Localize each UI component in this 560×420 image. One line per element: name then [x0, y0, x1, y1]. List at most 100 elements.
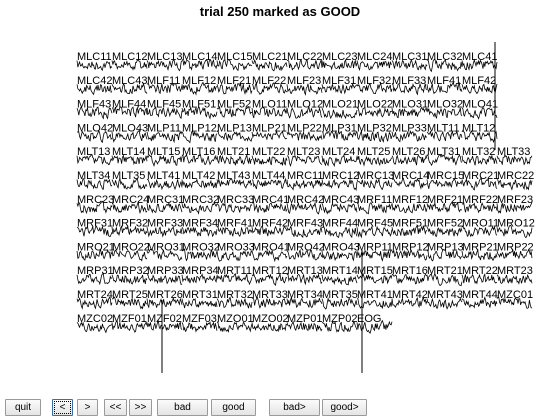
channel-label: MLP13 [217, 122, 252, 134]
channel-label: MRF12 [392, 194, 428, 206]
channel-label: MRO42 [287, 241, 325, 253]
channel-mlc24: MLC24 [356, 51, 392, 72]
channel-mlo41: MLO41 [461, 99, 498, 120]
channel-mro31: MRO31 [146, 241, 185, 262]
channel-label: MLF44 [112, 99, 146, 111]
channel-label: MRP12 [392, 241, 429, 253]
channel-label: MRT35 [322, 289, 358, 301]
channel-mrt12: MRT12 [251, 265, 288, 286]
channel-label: MLT43 [217, 170, 250, 182]
channel-label: MLT34 [77, 170, 110, 182]
next-button[interactable]: > [77, 399, 98, 416]
channel-mlt26: MLT26 [391, 146, 428, 166]
channel-mlf51: MLF51 [181, 99, 218, 120]
channel-mrf45: MRF45 [356, 218, 393, 239]
previous-button[interactable]: < [52, 399, 73, 416]
channel-mlp22: MLP22 [286, 122, 323, 142]
channel-mlc43: MLC43 [111, 75, 147, 95]
rewind-button[interactable]: << [104, 399, 127, 416]
channel-label: MLO31 [392, 99, 428, 111]
channel-label: MLT26 [392, 146, 425, 158]
channel-mzp02: MZP02 [321, 313, 357, 333]
channel-mrf11: MRF11 [356, 194, 393, 215]
channel-mlo11: MLO11 [251, 99, 288, 119]
channel-label: MRO33 [217, 241, 255, 253]
channel-mrt34: MRT34 [286, 289, 323, 309]
channel-mrp34: MRP34 [181, 265, 219, 284]
channel-label: MRP32 [112, 265, 149, 277]
channel-mrf23: MRF23 [496, 194, 533, 214]
channel-mro42: MRO42 [286, 241, 325, 261]
channel-mrc12: MRC12 [321, 170, 359, 192]
channel-label: MRC23 [77, 194, 114, 206]
channel-mrc14: MRC14 [391, 170, 429, 190]
channel-mrc24: MRC24 [111, 194, 149, 215]
quit-button[interactable]: quit [5, 399, 41, 416]
channel-label: MRP34 [182, 265, 219, 277]
channel-mlc31: MLC31 [391, 51, 427, 71]
channel-label: MRC22 [497, 170, 534, 182]
bad-button[interactable]: bad [157, 399, 208, 416]
channel-mrp31: MRP31 [76, 265, 114, 286]
channel-mlt14: MLT14 [111, 146, 148, 166]
channel-mrf43: MRF43 [286, 218, 323, 238]
channel-mlo43: MLO43 [111, 122, 148, 143]
good-next-button[interactable]: good> [322, 399, 367, 416]
channel-mrt25: MRT25 [111, 289, 148, 310]
channel-label: MRT43 [427, 289, 463, 301]
channel-label: MLT32 [462, 146, 495, 158]
channel-mlf22: MLF22 [251, 75, 288, 95]
channel-label: MRO12 [497, 218, 535, 230]
channel-label: MLF33 [392, 75, 426, 87]
channel-label: MLF32 [357, 75, 391, 87]
channel-mrt32: MRT32 [216, 289, 253, 309]
channel-label: MLF31 [322, 75, 356, 87]
channel-label: MLO12 [287, 99, 323, 111]
channel-label: MLO11 [252, 99, 287, 111]
channel-label: MLC14 [182, 51, 217, 63]
channel-label: MLC42 [77, 75, 112, 87]
channel-mrc11: MRC11 [286, 170, 323, 191]
channel-mlt23: MLT23 [286, 146, 323, 168]
channel-label: MRC14 [392, 170, 429, 182]
channel-mrf33: MRF33 [146, 218, 183, 238]
channel-mrf12: MRF12 [391, 194, 428, 214]
channel-label: MLC24 [357, 51, 392, 63]
channel-mzf01: MZF01 [111, 313, 148, 333]
channel-label: MRC33 [217, 194, 254, 206]
channel-label: MRF21 [427, 194, 463, 206]
fast-forward-button[interactable]: >> [129, 399, 152, 416]
bad-next-button[interactable]: bad> [269, 399, 320, 416]
channel-label: MRC41 [252, 194, 289, 206]
channel-label: MRO41 [252, 241, 290, 253]
channel-mrt14: MRT14 [321, 265, 358, 286]
channel-label: MLO41 [462, 99, 498, 111]
channel-mlc21: MLC21 [251, 51, 287, 72]
channel-mrc21: MRC21 [461, 170, 499, 191]
channel-label: MRF23 [497, 194, 533, 206]
channel-mrc42: MRC42 [286, 194, 324, 215]
channel-label: MLP31 [322, 122, 357, 134]
channel-label: MZP02 [322, 313, 357, 325]
channel-label: MRP21 [462, 241, 499, 253]
channel-label: MLO22 [357, 99, 393, 111]
channel-label: MLP22 [287, 122, 322, 134]
channel-mro41: MRO41 [251, 241, 290, 263]
good-button[interactable]: good [211, 399, 256, 416]
channel-mro22: MRO22 [111, 241, 150, 262]
channel-mzp01: MZP01 [286, 313, 322, 332]
channel-mrt11: MRT11 [216, 265, 253, 286]
channel-mlt12: MLT12 [461, 122, 498, 144]
channel-label: MLC31 [392, 51, 427, 63]
channel-label: MLO43 [112, 122, 148, 134]
channel-mrc43: MRC43 [321, 194, 359, 215]
channel-mrp13: MRP13 [426, 241, 464, 262]
channel-label: MLF42 [462, 75, 496, 87]
channel-label: MRC24 [112, 194, 149, 206]
channel-label: MRP13 [427, 241, 464, 253]
channel-label: MRO21 [77, 241, 115, 253]
channel-mlt42: MLT42 [181, 170, 218, 189]
channel-mrt35: MRT35 [321, 289, 358, 310]
channel-label: MLF23 [287, 75, 321, 87]
channel-mlt33: MLT33 [496, 146, 533, 166]
